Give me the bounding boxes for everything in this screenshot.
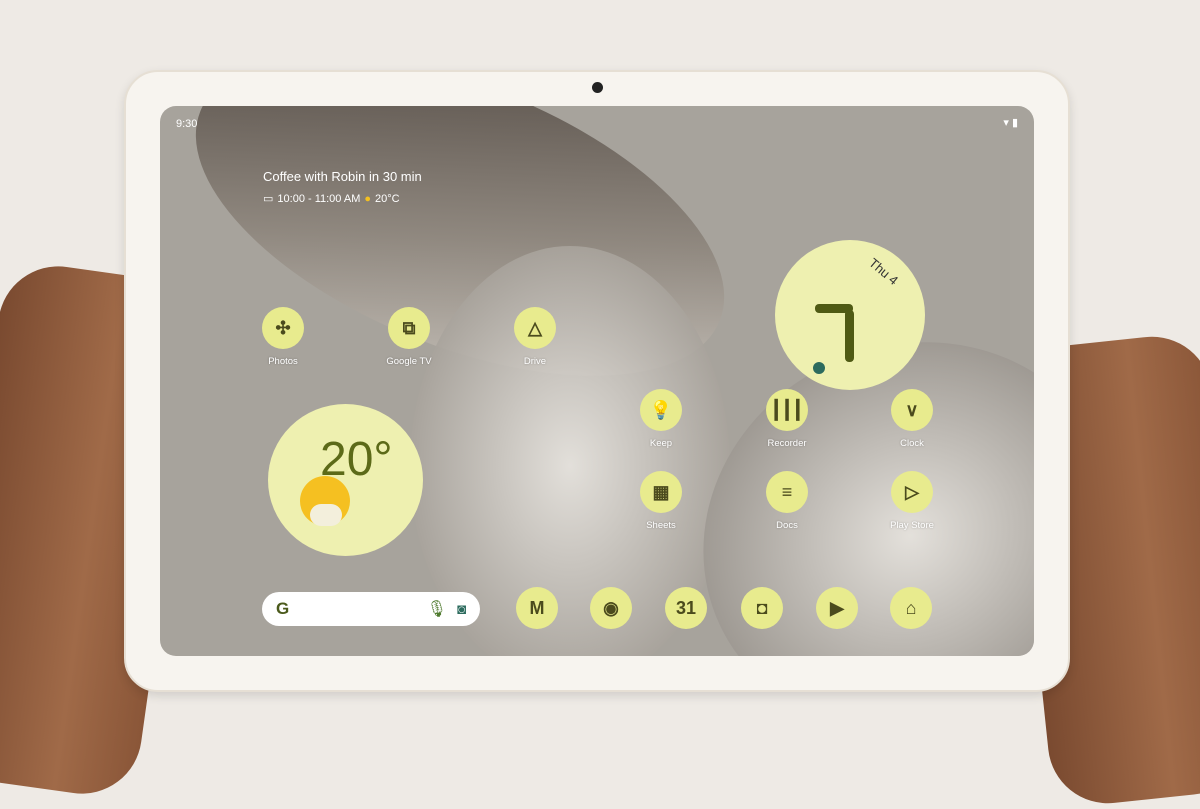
app-photos[interactable]: ✣ Photos	[243, 307, 323, 367]
app-label: Clock	[900, 438, 924, 449]
drive-icon: △	[514, 307, 556, 349]
app-label: Sheets	[646, 520, 676, 531]
mic-icon[interactable]: 🎙︎	[427, 599, 447, 619]
recorder-icon: ┃┃┃	[766, 389, 808, 431]
clock-hour-hand	[815, 304, 853, 313]
dock-calendar[interactable]: 31	[646, 587, 726, 629]
photos-icon: ✣	[262, 307, 304, 349]
clock-icon: ∨	[891, 389, 933, 431]
dock-camera[interactable]: ◘	[722, 587, 802, 629]
app-google-tv[interactable]: ⧉ Google TV	[369, 307, 449, 367]
app-clock[interactable]: ∨ Clock	[872, 389, 952, 449]
app-label: Photos	[268, 356, 298, 367]
app-label: Drive	[523, 356, 547, 367]
keep-icon: 💡	[640, 389, 682, 431]
weather-widget[interactable]: 20°	[268, 404, 423, 556]
glance-temperature: 20°C	[375, 192, 400, 205]
battery-icon: ▮	[1011, 117, 1018, 129]
sun-icon: ●	[364, 192, 372, 205]
dock-gmail[interactable]: M	[497, 587, 577, 629]
glance-time-range: 10:00 - 11:00 AM	[277, 192, 361, 205]
google-logo: G	[276, 599, 290, 618]
search-bar[interactable]: G 🎙︎ ◙	[262, 592, 480, 626]
clock-second-dot	[813, 362, 825, 374]
dock-youtube[interactable]: ▶	[797, 587, 877, 629]
wifi-icon: ▾	[1003, 117, 1009, 129]
play-store-icon: ▷	[891, 471, 933, 513]
gmail-icon: M	[516, 587, 558, 629]
app-sheets[interactable]: ▦ Sheets	[621, 471, 701, 531]
camera-icon: ◘	[741, 587, 783, 629]
calendar-icon: 31	[665, 587, 707, 629]
youtube-icon: ▶	[816, 587, 858, 629]
clock-date: Thu 4	[866, 255, 902, 288]
google-tv-icon: ⧉	[388, 307, 430, 349]
docs-icon: ≡	[766, 471, 808, 513]
dock-home[interactable]: ⌂	[871, 587, 951, 629]
app-recorder[interactable]: ┃┃┃ Recorder	[747, 389, 827, 449]
app-label: Recorder	[767, 438, 807, 449]
sheets-icon: ▦	[640, 471, 682, 513]
cloud-icon	[310, 504, 342, 526]
home-screen: 9:30 ▾ ▮ Coffee with Robin in 30 min ▭ 1…	[160, 106, 1034, 656]
clock-minute-hand	[845, 310, 854, 362]
status-icons: ▾ ▮	[1003, 116, 1018, 129]
glance-event[interactable]: Coffee with Robin in 30 min	[263, 169, 422, 184]
chrome-icon: ◉	[590, 587, 632, 629]
app-label: Keep	[649, 438, 673, 449]
status-time: 9:30	[176, 118, 198, 130]
lens-icon[interactable]: ◙	[457, 601, 466, 618]
app-docs[interactable]: ≡ Docs	[747, 471, 827, 531]
app-play-store[interactable]: ▷ Play Store	[872, 471, 952, 531]
app-drive[interactable]: △ Drive	[495, 307, 575, 367]
glance-details[interactable]: ▭ 10:00 - 11:00 AM ● 20°C	[263, 192, 400, 206]
app-keep[interactable]: 💡 Keep	[621, 389, 701, 449]
dock-chrome[interactable]: ◉	[571, 587, 651, 629]
app-label: Docs	[776, 520, 798, 531]
clock-widget[interactable]: Thu 4	[775, 240, 925, 390]
app-label: Google TV	[386, 356, 432, 367]
front-camera	[592, 82, 603, 93]
home-icon: ⌂	[890, 587, 932, 629]
app-label: Play Store	[890, 520, 934, 531]
calendar-icon: ▭	[263, 193, 274, 205]
